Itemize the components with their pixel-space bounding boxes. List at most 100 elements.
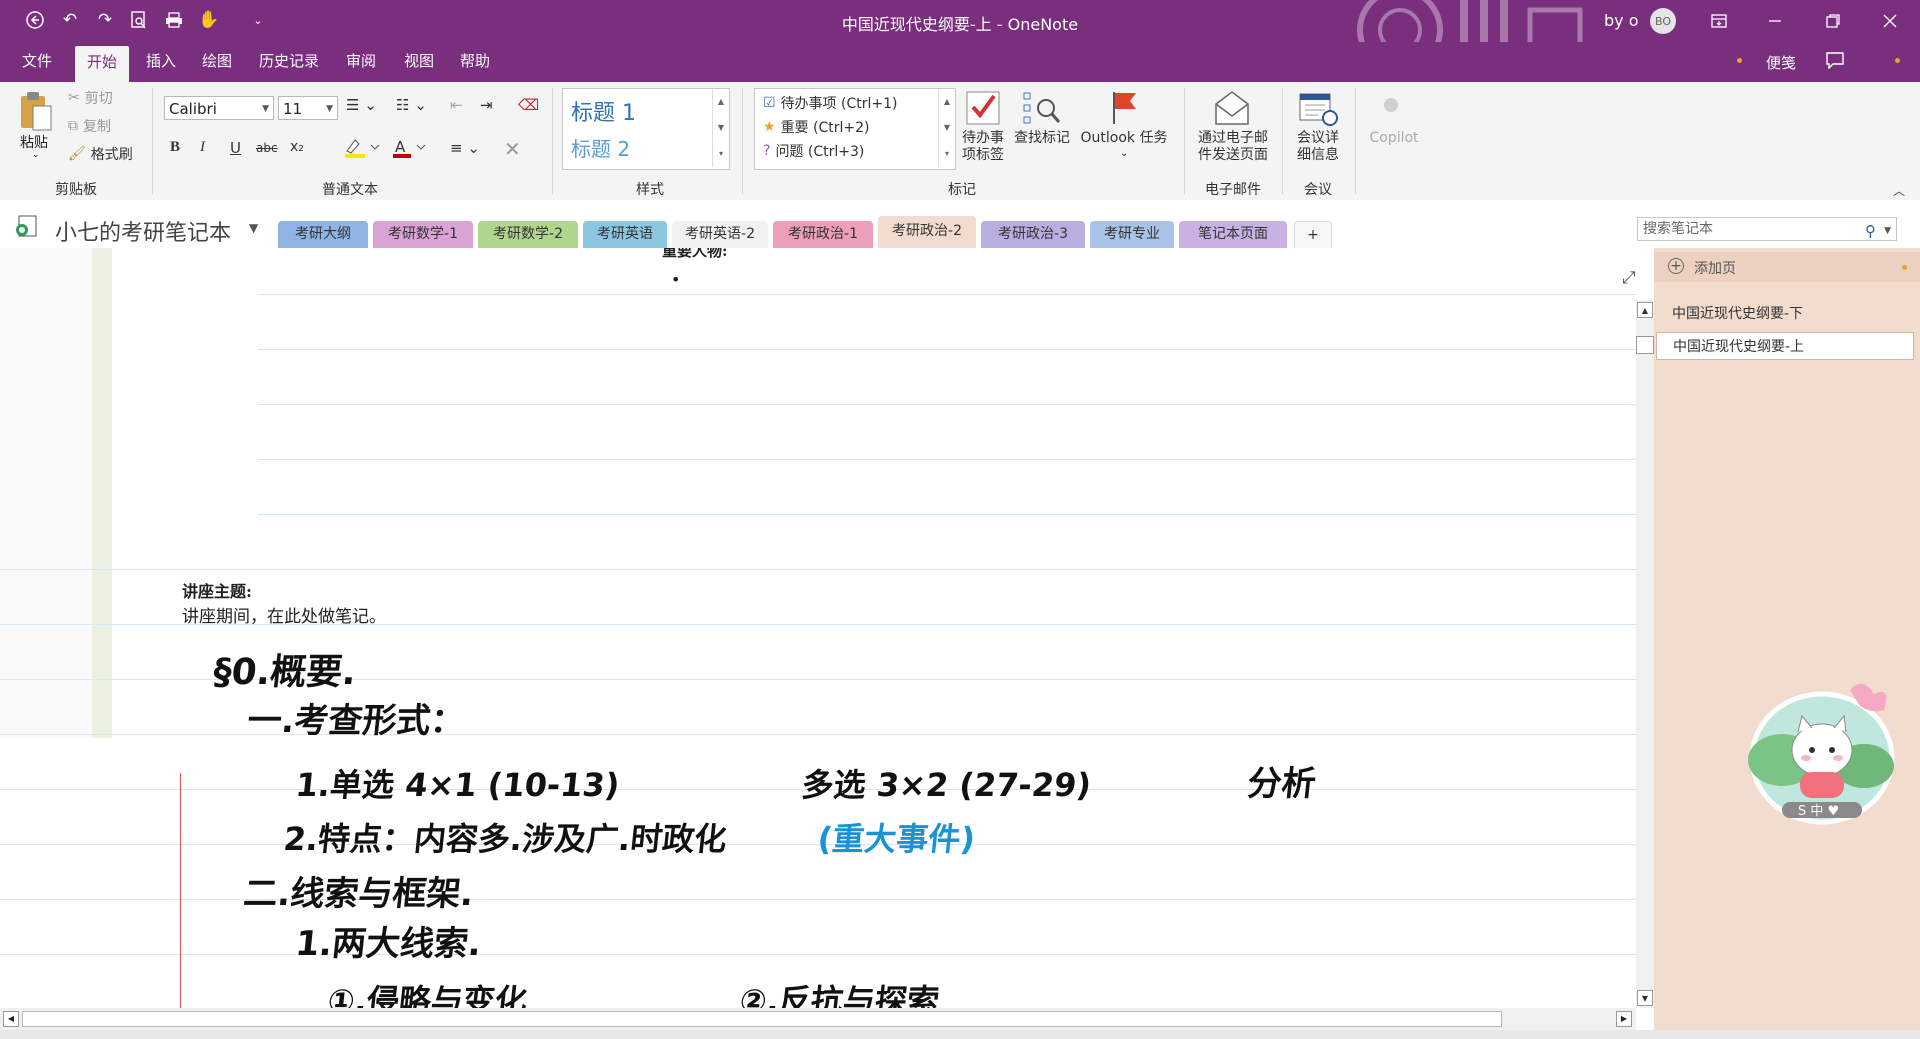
find-tags-label[interactable]: 查找标记	[1012, 130, 1072, 147]
flag-icon[interactable]	[1110, 90, 1140, 130]
chevron-down-icon[interactable]: ▼	[1884, 220, 1891, 242]
copilot-icon[interactable]	[1384, 98, 1398, 112]
subscript-button[interactable]: x₂	[290, 139, 304, 155]
add-section-button[interactable]: +	[1294, 221, 1332, 250]
user-name[interactable]: by o	[1604, 11, 1639, 30]
section-tab[interactable]: 考研政治-1	[773, 221, 873, 248]
partial-heading[interactable]: 重要人物:	[662, 248, 728, 261]
format-painter-button[interactable]: 🖌 格式刷	[68, 144, 133, 164]
chevron-down-icon[interactable]: ⌄	[1120, 148, 1128, 159]
find-tags-icon[interactable]	[1022, 90, 1062, 130]
tab-review[interactable]: 审阅	[344, 42, 378, 82]
scroll-up-icon[interactable]: ▲	[1637, 302, 1653, 318]
section-tab[interactable]: 考研英语	[583, 221, 667, 248]
strikethrough-button[interactable]: abc	[256, 141, 278, 155]
paste-label[interactable]: 粘贴	[20, 132, 48, 152]
ink-line[interactable]: 多选 3×2 (27-29)	[800, 760, 1094, 806]
scroll-down-icon[interactable]: ▼	[1637, 990, 1653, 1006]
gallery-scroll[interactable]: ▲ ▼ ▾	[938, 89, 955, 167]
scroll-right-icon[interactable]: ▶	[1616, 1011, 1632, 1027]
expand-icon[interactable]: ⤢	[1622, 268, 1636, 288]
close-icon[interactable]	[1867, 0, 1913, 42]
align-icon[interactable]: ≡ ⌄	[450, 139, 480, 157]
page-canvas[interactable]: 重要人物: • ⤢ 讲座主题: 讲座期间，在此处做笔记。 §0.概要. 一.考查…	[0, 248, 1636, 1008]
avatar[interactable]: BO	[1650, 8, 1676, 34]
ribbon-display-icon[interactable]	[1696, 0, 1742, 42]
ink-line[interactable]: 1.单选 4×1 (10-13)	[294, 760, 622, 806]
outlook-task-label[interactable]: Outlook 任务	[1074, 130, 1174, 147]
italic-button[interactable]: I	[200, 139, 205, 156]
page-item-active[interactable]: 中国近现代史纲要-上	[1656, 332, 1914, 360]
scroll-left-icon[interactable]: ◀	[3, 1011, 19, 1027]
sticky-notes-button[interactable]: 便笺	[1766, 52, 1796, 73]
search-icon[interactable]: ⚲	[1865, 220, 1876, 242]
section-tab[interactable]: 考研数学-2	[478, 221, 578, 248]
add-page-button[interactable]: + 添加页	[1654, 252, 1920, 282]
minimize-icon[interactable]	[1752, 0, 1798, 42]
style-heading1[interactable]: 标题 1	[571, 95, 636, 127]
ink-line[interactable]: ②.反抗与探索	[738, 976, 942, 1008]
restore-icon[interactable]	[1810, 0, 1856, 42]
tab-home[interactable]: 开始	[75, 46, 130, 82]
meeting-details-label[interactable]: 会议详 细信息	[1286, 130, 1350, 164]
styles-gallery[interactable]: 标题 1 标题 2 ▲ ▼ ▾	[562, 88, 730, 170]
horizontal-scrollbar[interactable]: ◀ ▶	[0, 1008, 1636, 1030]
tab-history[interactable]: 历史记录	[257, 42, 321, 82]
ink-line[interactable]: 2.特点：内容多.涉及广.时政化	[282, 814, 730, 860]
tab-insert[interactable]: 插入	[144, 42, 178, 82]
font-size-combo[interactable]: 11 ▼	[278, 96, 338, 120]
cut-button[interactable]: ✂ 剪切	[68, 88, 113, 108]
tab-view[interactable]: 视图	[402, 42, 436, 82]
tag-important[interactable]: ★ 重要 (Ctrl+2)	[763, 117, 869, 137]
ink-line[interactable]: 1.两大线索.	[293, 916, 484, 965]
bullet-point[interactable]: •	[671, 270, 680, 289]
notebook-name[interactable]: 小七的考研笔记本	[55, 215, 231, 247]
font-name-combo[interactable]: Calibri ▼	[164, 96, 274, 120]
chevron-down-icon[interactable]: ⌄	[32, 150, 40, 160]
vertical-scrollbar[interactable]	[1636, 300, 1654, 1008]
search-input[interactable]: 搜索笔记本 ⚲ ▼	[1637, 217, 1897, 241]
section-tab[interactable]: 考研大纲	[278, 221, 368, 248]
tab-help[interactable]: 帮助	[458, 42, 492, 82]
increase-indent-icon[interactable]: ⇥	[480, 96, 493, 114]
section-tab[interactable]: 考研数学-1	[373, 221, 473, 248]
highlight-icon[interactable]	[344, 137, 380, 163]
ink-line[interactable]: 分析	[1245, 756, 1318, 805]
collapse-ribbon-icon[interactable]: ︿	[1893, 182, 1905, 199]
ink-line[interactable]: 一.考查形式：	[245, 693, 467, 742]
scroll-thumb[interactable]	[22, 1011, 1502, 1027]
ink-line[interactable]: ①.侵略与变化	[326, 976, 530, 1008]
section-tab[interactable]: 考研英语-2	[672, 221, 768, 248]
decrease-indent-icon[interactable]: ⇤	[450, 96, 463, 114]
tag-todo[interactable]: ☑ 待办事项 (Ctrl+1)	[763, 93, 897, 113]
copilot-button[interactable]: Copilot	[1362, 130, 1426, 147]
underline-button[interactable]: U	[230, 139, 241, 157]
notebook-icon[interactable]	[14, 214, 38, 238]
section-tab[interactable]: 考研专业	[1090, 221, 1174, 248]
lecture-hint[interactable]: 讲座期间，在此处做笔记。	[182, 602, 386, 627]
ink-line[interactable]: 二.线索与框架.	[241, 866, 476, 915]
lecture-topic[interactable]: 讲座主题:	[182, 578, 252, 602]
meeting-details-icon[interactable]	[1298, 90, 1338, 130]
chevron-down-icon[interactable]: ▼	[249, 221, 258, 235]
paste-icon[interactable]	[18, 90, 54, 136]
delete-icon[interactable]: ✕	[504, 137, 521, 161]
copy-button[interactable]: ⧉ 复制	[68, 116, 111, 136]
tags-gallery[interactable]: ☑ 待办事项 (Ctrl+1) ★ 重要 (Ctrl+2) ? 问题 (Ctrl+3)…	[754, 88, 956, 170]
email-icon[interactable]	[1212, 90, 1252, 130]
ink-highlight[interactable]: (重大事件)	[816, 814, 978, 860]
section-tab[interactable]: 笔记本页面	[1179, 221, 1287, 248]
bullets-icon[interactable]: ☰ ⌄	[346, 96, 377, 114]
page-select-checkbox[interactable]	[1636, 336, 1654, 354]
todo-tag-icon[interactable]	[965, 90, 1001, 130]
gallery-scroll[interactable]: ▲ ▼ ▾	[712, 89, 729, 167]
numbering-icon[interactable]: ☷ ⌄	[396, 96, 427, 114]
ink-heading[interactable]: §0.概要.	[211, 643, 359, 695]
tab-draw[interactable]: 绘图	[200, 42, 234, 82]
email-page-label[interactable]: 通过电子邮 件发送页面	[1192, 130, 1274, 164]
tag-question[interactable]: ? 问题 (Ctrl+3)	[763, 141, 864, 161]
section-tab[interactable]: 考研政治-2	[878, 216, 976, 248]
todo-tag-label[interactable]: 待办事 项标签	[957, 130, 1009, 164]
tab-file[interactable]: 文件	[20, 42, 54, 82]
comments-icon[interactable]	[1825, 51, 1845, 73]
